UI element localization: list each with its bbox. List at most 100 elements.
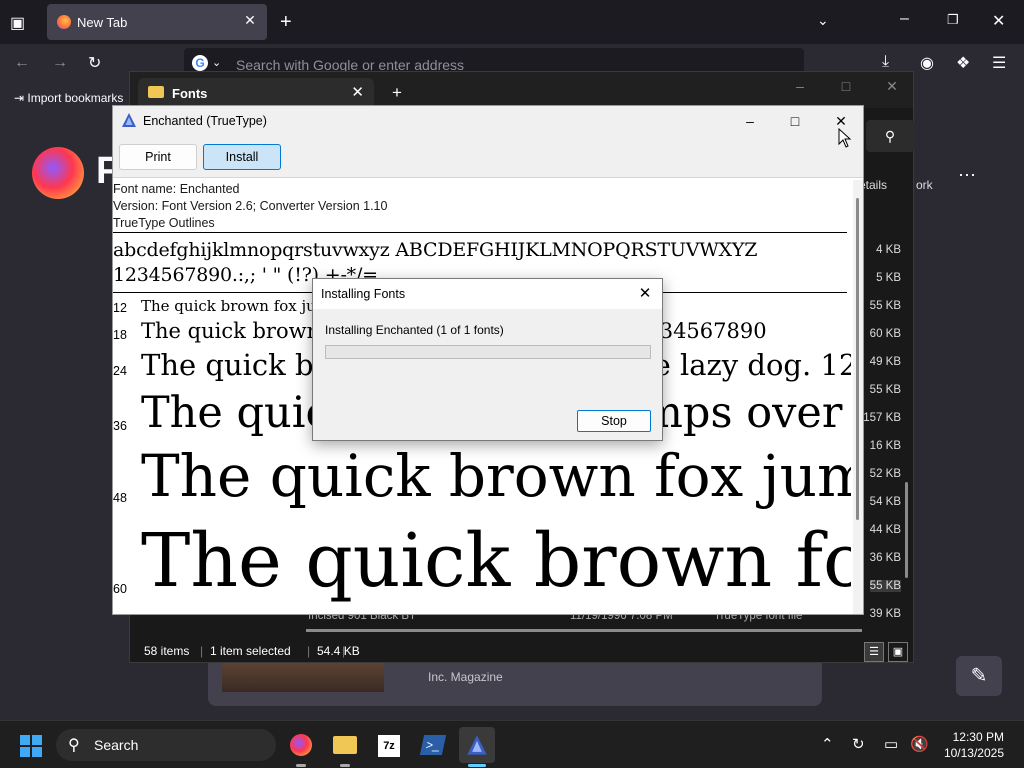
- sample-text-60: The quick brown fox jumps: [141, 518, 851, 604]
- chevron-up-icon[interactable]: ⌃: [821, 735, 834, 753]
- sample-size-label: 24: [113, 364, 127, 378]
- close-tab-icon[interactable]: ✕: [351, 83, 364, 101]
- close-window-icon[interactable]: ✕: [872, 78, 912, 95]
- vertical-scrollbar[interactable]: [853, 180, 863, 614]
- file-size: 44 KB: [869, 524, 901, 536]
- download-icon[interactable]: ⤓: [882, 53, 889, 71]
- restore-icon[interactable]: ❐: [947, 12, 959, 28]
- font-viewer-title: Enchanted (TrueType): [143, 114, 267, 128]
- installing-fonts-dialog: Installing Fonts ✕ Installing Enchanted …: [312, 278, 663, 441]
- scrollbar-thumb[interactable]: [856, 198, 859, 520]
- new-tab-plus-icon[interactable]: +: [280, 11, 292, 34]
- file-size: 49 KB: [869, 356, 901, 368]
- google-icon: G: [192, 55, 208, 71]
- browser-tab-new-tab[interactable]: New Tab ✕: [47, 4, 267, 40]
- reload-icon[interactable]: ↻: [88, 53, 101, 73]
- minimize-icon[interactable]: –: [728, 108, 772, 134]
- volume-muted-icon[interactable]: 🔇: [910, 735, 929, 753]
- dialog-title: Installing Fonts: [321, 287, 406, 301]
- file-size-selected: 55 KB: [869, 580, 901, 592]
- menu-hamburger-icon[interactable]: ☰: [992, 53, 1006, 73]
- status-divider: |: [342, 644, 346, 658]
- close-tab-icon[interactable]: ✕: [241, 12, 259, 29]
- taskbar-date[interactable]: 10/13/2025: [942, 746, 1004, 760]
- file-size: 54 KB: [869, 496, 901, 508]
- browser-tab-bar: ▣ New Tab ✕ + ⌄ – ❐ ✕: [0, 0, 1024, 44]
- taskbar-time[interactable]: 12:30 PM: [942, 730, 1004, 744]
- firefox-icon[interactable]: [283, 727, 319, 767]
- new-tab-plus-icon[interactable]: +: [392, 83, 402, 103]
- status-selected: 1 item selected: [210, 644, 291, 658]
- file-size: 157 KB: [863, 412, 901, 424]
- horizontal-scrollbar[interactable]: [306, 629, 862, 632]
- file-size: 60 KB: [869, 328, 901, 340]
- status-divider: |: [200, 644, 204, 658]
- stop-button[interactable]: Stop: [577, 410, 651, 432]
- details-view-icon[interactable]: ☰: [864, 642, 884, 662]
- import-bookmarks-label: Import bookmarks: [27, 91, 124, 105]
- taskbar: ⚲ Search 7z >_ ⌃ ↻ ▭ 🔇 12:30 PM 10/13/20…: [0, 720, 1024, 768]
- explorer-tab-title: Fonts: [172, 86, 208, 101]
- file-size: 16 KB: [869, 440, 901, 452]
- vertical-scrollbar[interactable]: [905, 482, 908, 578]
- forward-arrow-icon[interactable]: →: [52, 54, 68, 72]
- alphabet-sample: abcdefghijklmnopqrstuvwxyz ABCDEFGHIJKLM…: [113, 239, 758, 261]
- firefox-logo: [32, 147, 84, 199]
- edit-pencil-icon[interactable]: ✎: [956, 656, 1002, 696]
- status-size: 54.4 KB: [317, 644, 360, 658]
- status-divider: |: [307, 644, 311, 658]
- more-options-icon[interactable]: ⋯: [958, 165, 976, 186]
- minimize-icon[interactable]: –: [900, 10, 909, 28]
- extensions-icon[interactable]: ❖: [956, 53, 970, 73]
- font-viewer-app-icon: [122, 113, 136, 127]
- explorer-title-bar: Fonts ✕ + – □ ✕: [130, 72, 913, 108]
- font-name-info: Font name: Enchanted: [113, 182, 240, 196]
- column-header-work[interactable]: ork: [916, 178, 933, 192]
- firefox-favicon-icon: [57, 15, 71, 29]
- folder-icon: [148, 86, 164, 98]
- maximize-icon[interactable]: □: [773, 108, 817, 134]
- tiles-view-icon[interactable]: ▣: [888, 642, 908, 662]
- file-size: 4 KB: [876, 244, 901, 256]
- chevron-down-icon[interactable]: ⌄: [212, 56, 221, 69]
- sync-icon[interactable]: ↻: [852, 735, 865, 753]
- back-arrow-icon[interactable]: ←: [14, 54, 30, 72]
- browser-tab-title: New Tab: [77, 15, 128, 30]
- search-icon[interactable]: ⚲: [866, 120, 914, 152]
- sample-size-label: 36: [113, 419, 127, 433]
- chevron-down-icon[interactable]: ⌄: [817, 12, 829, 29]
- import-bookmarks-link[interactable]: ⇥ Import bookmarks: [14, 91, 123, 105]
- font-viewer-icon[interactable]: [459, 727, 495, 767]
- file-size: 5 KB: [876, 272, 901, 284]
- account-icon[interactable]: ◉: [920, 53, 934, 73]
- explorer-tab-fonts[interactable]: Fonts ✕: [138, 78, 374, 108]
- display-icon[interactable]: ▭: [884, 735, 898, 753]
- sample-size-label: 18: [113, 328, 127, 342]
- tab-list-icon[interactable]: ▣: [10, 13, 25, 33]
- divider: [113, 232, 847, 233]
- windows-start-icon[interactable]: [20, 735, 42, 757]
- taskbar-search-box[interactable]: ⚲ Search: [56, 729, 276, 761]
- dialog-title-bar: Installing Fonts ✕: [313, 279, 662, 309]
- font-viewer-toolbar: Print Install: [113, 136, 863, 178]
- font-version-info: Version: Font Version 2.6; Converter Ver…: [113, 199, 388, 213]
- file-size: 52 KB: [869, 468, 901, 480]
- mouse-cursor-icon: [838, 128, 852, 148]
- powershell-icon[interactable]: >_: [415, 727, 451, 763]
- sample-size-label: 60: [113, 582, 127, 596]
- minimize-icon[interactable]: –: [780, 78, 820, 94]
- file-size: 39 KB: [869, 608, 901, 620]
- print-button[interactable]: Print: [119, 144, 197, 170]
- file-explorer-icon[interactable]: [327, 727, 363, 767]
- close-window-icon[interactable]: ✕: [992, 11, 1005, 31]
- install-progress-bar: [325, 345, 651, 359]
- file-size: 36 KB: [869, 552, 901, 564]
- close-icon[interactable]: ✕: [634, 283, 656, 305]
- install-button[interactable]: Install: [203, 144, 281, 170]
- maximize-icon[interactable]: □: [826, 78, 866, 94]
- 7zip-icon[interactable]: 7z: [371, 727, 407, 763]
- search-icon: ⚲: [68, 737, 80, 754]
- story-card-source: Inc. Magazine: [428, 670, 503, 684]
- taskbar-search-label: Search: [94, 737, 139, 753]
- install-progress-message: Installing Enchanted (1 of 1 fonts): [325, 323, 504, 337]
